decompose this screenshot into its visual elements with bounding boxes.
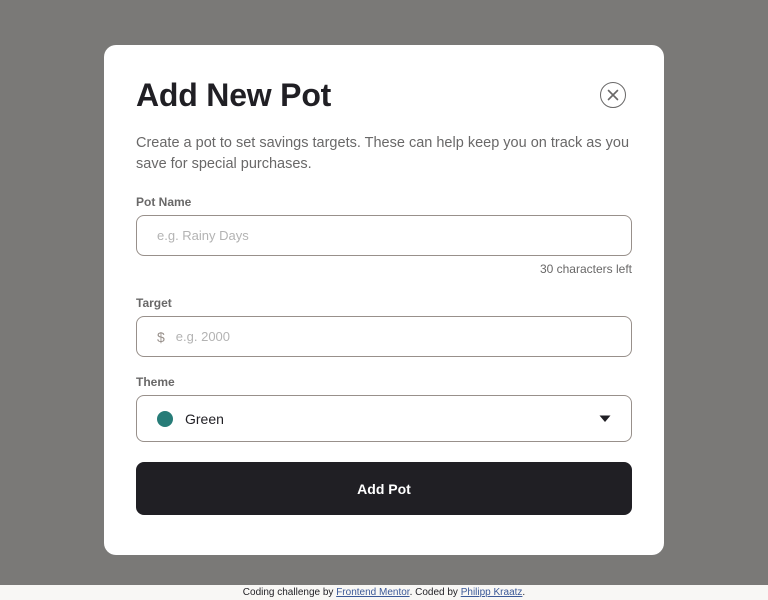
target-field: Target $ xyxy=(136,296,632,357)
attribution-footer: Coding challenge by Frontend Mentor. Cod… xyxy=(0,585,768,600)
theme-select-value: Green xyxy=(157,410,224,427)
theme-field: Theme Green xyxy=(136,375,632,442)
author-link[interactable]: Philipp Kraatz xyxy=(461,587,523,598)
pot-name-input[interactable] xyxy=(157,228,611,243)
modal-description: Create a pot to set savings targets. The… xyxy=(136,135,630,172)
close-button[interactable] xyxy=(600,82,626,108)
footer-middle: . Coded by xyxy=(409,587,461,598)
pot-name-input-box[interactable] xyxy=(136,215,632,256)
frontend-mentor-link[interactable]: Frontend Mentor xyxy=(336,587,409,598)
target-input[interactable] xyxy=(175,329,611,344)
target-input-box[interactable]: $ xyxy=(136,316,632,357)
currency-symbol: $ xyxy=(157,328,165,345)
add-pot-button[interactable]: Add Pot xyxy=(136,462,632,515)
modal-title: Add New Pot xyxy=(136,77,332,113)
theme-select[interactable]: Green xyxy=(136,395,632,442)
close-icon xyxy=(607,89,619,101)
add-pot-modal: Add New Pot Create a pot to set savings … xyxy=(104,45,664,555)
target-label: Target xyxy=(136,296,172,310)
caret-down-icon xyxy=(599,415,611,422)
footer-prefix: Coding challenge by xyxy=(242,587,337,598)
theme-selected-label: Green xyxy=(185,410,224,427)
modal-header: Add New Pot xyxy=(136,77,632,113)
theme-color-swatch xyxy=(157,410,173,427)
theme-label: Theme xyxy=(136,375,175,389)
footer-suffix: . xyxy=(522,587,526,598)
char-count: 30 characters left xyxy=(539,262,632,276)
pot-name-label: Pot Name xyxy=(136,195,192,209)
pot-name-field: Pot Name 30 characters left xyxy=(136,195,632,276)
